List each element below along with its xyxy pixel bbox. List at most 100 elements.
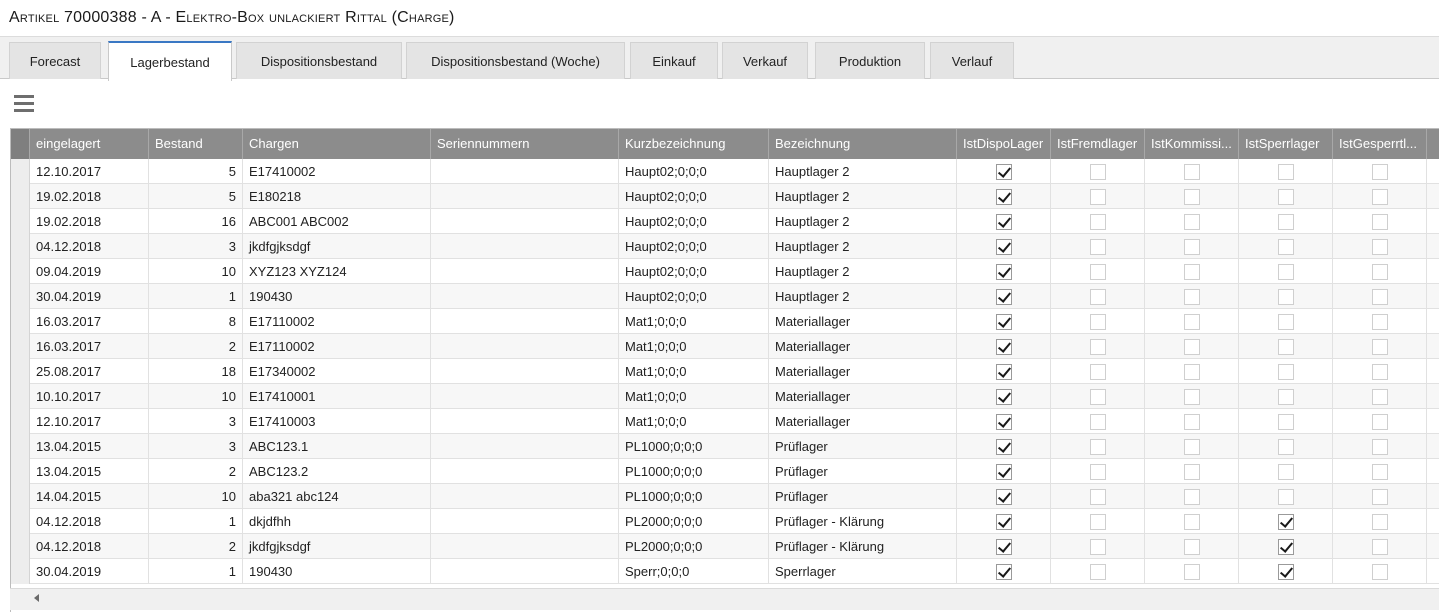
table-row[interactable]: 19.02.2018 16 ABC001 ABC002 Haupt02;0;0;0 Ha…: [11, 209, 1439, 234]
row-selector[interactable]: [11, 209, 30, 234]
cell-bestand[interactable]: 16: [149, 209, 243, 234]
column-header-gesperrt[interactable]: IstGesperrtl...: [1333, 129, 1427, 159]
cell-bestand[interactable]: 3: [149, 234, 243, 259]
cell-kurz[interactable]: PL1000;0;0;0: [619, 459, 769, 484]
cell-bestand[interactable]: 5: [149, 184, 243, 209]
cell-bestand[interactable]: 3: [149, 434, 243, 459]
cell-bestand[interactable]: 10: [149, 384, 243, 409]
cell-kurz[interactable]: Mat1;0;0;0: [619, 409, 769, 434]
cell-eingelagert[interactable]: 13.04.2015: [30, 434, 149, 459]
cell-chargen[interactable]: dkjdfhh: [243, 509, 431, 534]
row-selector-header[interactable]: [11, 129, 30, 159]
cell-chargen[interactable]: ABC001 ABC002: [243, 209, 431, 234]
tab-verkauf[interactable]: Verkauf: [722, 42, 808, 79]
row-selector[interactable]: [11, 559, 30, 584]
tab-dispositionsbestand[interactable]: Dispositionsbestand: [236, 42, 402, 79]
cell-kurz[interactable]: PL1000;0;0;0: [619, 434, 769, 459]
cell-bez[interactable]: Prüflager - Klärung: [769, 534, 957, 559]
kommiss-checkbox[interactable]: [1183, 188, 1200, 205]
table-row[interactable]: 09.04.2019 10 XYZ123 XYZ124 Haupt02;0;0;0 Ha…: [11, 259, 1439, 284]
gesperrt-checkbox[interactable]: [1371, 338, 1388, 355]
cell-eingelagert[interactable]: 04.12.2018: [30, 534, 149, 559]
cell-bez[interactable]: Prüflager: [769, 434, 957, 459]
table-row[interactable]: 25.08.2017 18 E17340002 Mat1;0;0;0 Materiall…: [11, 359, 1439, 384]
cell-seriennummern[interactable]: [431, 159, 619, 184]
column-header-kurz[interactable]: Kurzbezeichnung: [619, 129, 769, 159]
table-row[interactable]: 30.04.2019 1 190430 Sperr;0;0;0 Sperrlager: [11, 559, 1439, 584]
cell-kurz[interactable]: Sperr;0;0;0: [619, 559, 769, 584]
column-header-fremd[interactable]: IstFremdlager: [1051, 129, 1145, 159]
kommiss-checkbox[interactable]: [1183, 288, 1200, 305]
fremd-checkbox[interactable]: [1089, 538, 1106, 555]
cell-seriennummern[interactable]: [431, 434, 619, 459]
table-row[interactable]: 10.10.2017 10 E17410001 Mat1;0;0;0 Materiall…: [11, 384, 1439, 409]
cell-chargen[interactable]: 190430: [243, 559, 431, 584]
cell-bez[interactable]: Hauptlager 2: [769, 259, 957, 284]
cell-kurz[interactable]: PL2000;0;0;0: [619, 509, 769, 534]
fremd-checkbox[interactable]: [1089, 213, 1106, 230]
kommiss-checkbox[interactable]: [1183, 388, 1200, 405]
sperr-checkbox[interactable]: [1277, 413, 1294, 430]
cell-bez[interactable]: Prüflager: [769, 484, 957, 509]
cell-bez[interactable]: Hauptlager 2: [769, 209, 957, 234]
cell-eingelagert[interactable]: 19.02.2018: [30, 209, 149, 234]
cell-kurz[interactable]: PL2000;0;0;0: [619, 534, 769, 559]
cell-seriennummern[interactable]: [431, 384, 619, 409]
kommiss-checkbox[interactable]: [1183, 238, 1200, 255]
table-row[interactable]: 30.04.2019 1 190430 Haupt02;0;0;0 Hauptlager…: [11, 284, 1439, 309]
cell-eingelagert[interactable]: 30.04.2019: [30, 559, 149, 584]
cell-bez[interactable]: Materiallager: [769, 309, 957, 334]
dispo-checkbox[interactable]: [995, 513, 1012, 530]
cell-kurz[interactable]: Haupt02;0;0;0: [619, 184, 769, 209]
cell-eingelagert[interactable]: 30.04.2019: [30, 284, 149, 309]
scroll-left-arrow-icon[interactable]: [34, 594, 39, 602]
cell-bez[interactable]: Hauptlager 2: [769, 159, 957, 184]
cell-seriennummern[interactable]: [431, 534, 619, 559]
dispo-checkbox[interactable]: [995, 188, 1012, 205]
cell-bestand[interactable]: 10: [149, 259, 243, 284]
cell-seriennummern[interactable]: [431, 184, 619, 209]
gesperrt-checkbox[interactable]: [1371, 463, 1388, 480]
table-row[interactable]: 13.04.2015 3 ABC123.1 PL1000;0;0;0 Prüflager: [11, 434, 1439, 459]
cell-bez[interactable]: Hauptlager 2: [769, 184, 957, 209]
sperr-checkbox[interactable]: [1277, 163, 1294, 180]
gesperrt-checkbox[interactable]: [1371, 413, 1388, 430]
cell-eingelagert[interactable]: 12.10.2017: [30, 159, 149, 184]
dispo-checkbox[interactable]: [995, 238, 1012, 255]
kommiss-checkbox[interactable]: [1183, 263, 1200, 280]
cell-kurz[interactable]: Mat1;0;0;0: [619, 334, 769, 359]
cell-chargen[interactable]: ABC123.1: [243, 434, 431, 459]
cell-kurz[interactable]: Mat1;0;0;0: [619, 384, 769, 409]
cell-eingelagert[interactable]: 04.12.2018: [30, 509, 149, 534]
cell-seriennummern[interactable]: [431, 484, 619, 509]
cell-eingelagert[interactable]: 09.04.2019: [30, 259, 149, 284]
row-selector[interactable]: [11, 234, 30, 259]
kommiss-checkbox[interactable]: [1183, 513, 1200, 530]
fremd-checkbox[interactable]: [1089, 263, 1106, 280]
dispo-checkbox[interactable]: [995, 288, 1012, 305]
column-header-bestand[interactable]: Bestand: [149, 129, 243, 159]
table-row[interactable]: 04.12.2018 2 jkdfgjksdgf PL2000;0;0;0 Prüfla…: [11, 534, 1439, 559]
cell-kurz[interactable]: Haupt02;0;0;0: [619, 159, 769, 184]
cell-chargen[interactable]: E17410003: [243, 409, 431, 434]
cell-seriennummern[interactable]: [431, 409, 619, 434]
row-selector[interactable]: [11, 434, 30, 459]
cell-kurz[interactable]: PL1000;0;0;0: [619, 484, 769, 509]
cell-bez[interactable]: Materiallager: [769, 409, 957, 434]
dispo-checkbox[interactable]: [995, 163, 1012, 180]
column-header-chargen[interactable]: Chargen: [243, 129, 431, 159]
fremd-checkbox[interactable]: [1089, 288, 1106, 305]
row-selector[interactable]: [11, 409, 30, 434]
cell-kurz[interactable]: Haupt02;0;0;0: [619, 284, 769, 309]
cell-eingelagert[interactable]: 14.04.2015: [30, 484, 149, 509]
cell-chargen[interactable]: E17110002: [243, 309, 431, 334]
gesperrt-checkbox[interactable]: [1371, 313, 1388, 330]
row-selector[interactable]: [11, 259, 30, 284]
sperr-checkbox[interactable]: [1277, 188, 1294, 205]
gesperrt-checkbox[interactable]: [1371, 438, 1388, 455]
fremd-checkbox[interactable]: [1089, 238, 1106, 255]
table-row[interactable]: 04.12.2018 3 jkdfgjksdgf Haupt02;0;0;0 Haupt…: [11, 234, 1439, 259]
gesperrt-checkbox[interactable]: [1371, 513, 1388, 530]
dispo-checkbox[interactable]: [995, 313, 1012, 330]
gesperrt-checkbox[interactable]: [1371, 388, 1388, 405]
